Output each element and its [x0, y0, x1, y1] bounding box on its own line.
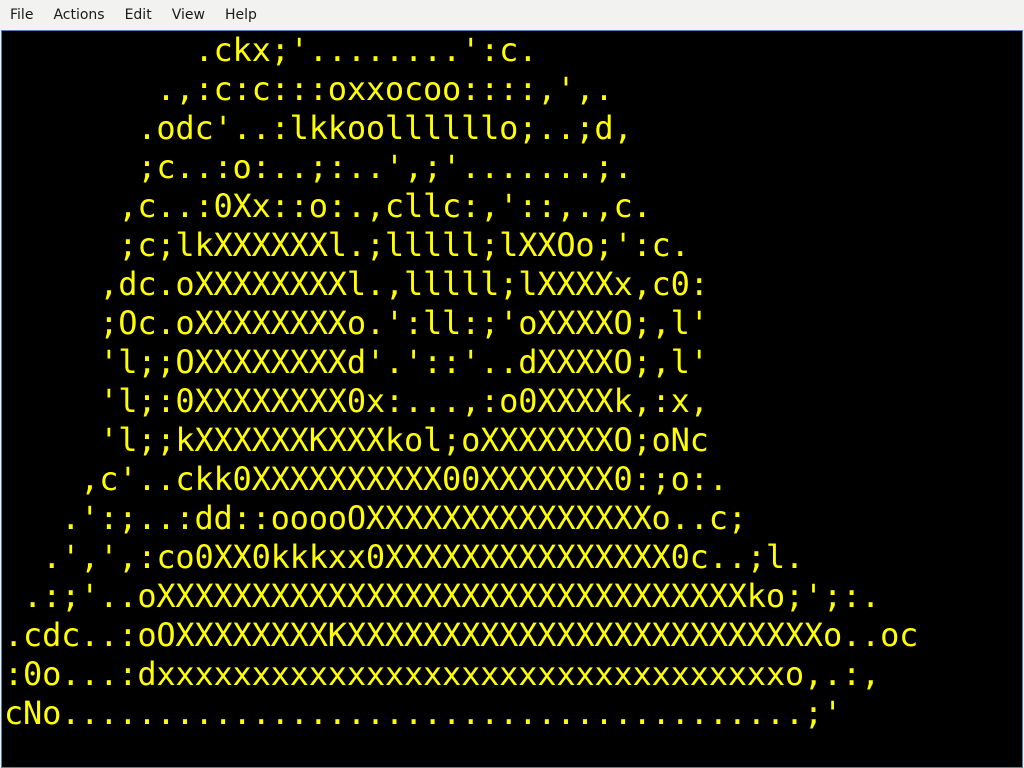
terminal-line: ;c;lkXXXXXXl.;lllll;lXXOo;':c. — [4, 226, 690, 264]
terminal-line: .:;'..oXXXXXXXXXXXXXXXXXXXXXXXXXXXXXXXko… — [4, 577, 881, 615]
terminal-line: 'l;;OXXXXXXXXd'.'::'..dXXXXO;,l' — [4, 343, 709, 381]
terminal-line: 'l;;kXXXXXXKXXXkol;oXXXXXXXO;oNc — [4, 421, 709, 459]
terminal-line: ;Oc.oXXXXXXXXo.':ll:;'oXXXXO;,l' — [4, 304, 709, 342]
terminal-line: :0o...:dxxxxxxxxxxxxxxxxxxxxxxxxxxxxxxxx… — [4, 655, 881, 693]
terminal-line: .':;..:dd::ooooOXXXXXXXXXXXXXXXo..c; — [4, 499, 747, 537]
terminal-line: cNo.....................................… — [4, 694, 843, 732]
menu-help[interactable]: Help — [215, 0, 267, 30]
terminal-line: .',',:co0XX0kkkxx0XXXXXXXXXXXXXXX0c..;l. — [4, 538, 804, 576]
terminal-window: File Actions Edit View Help .ckx;'......… — [0, 0, 1024, 768]
terminal-line: ;c..:o:..;:..',;'.......;. — [4, 148, 633, 186]
menu-edit[interactable]: Edit — [115, 0, 162, 30]
terminal-output[interactable]: .ckx;'........':c. .,:c:c:::oxxocoo::::,… — [1, 30, 1023, 768]
menu-bar: File Actions Edit View Help — [0, 0, 1024, 30]
terminal-line: ,dc.oXXXXXXXXl.,lllll;lXXXXx,c0: — [4, 265, 709, 303]
terminal-line: .odc'..:lkkoollllllo;..;d, — [4, 109, 633, 147]
menu-actions[interactable]: Actions — [43, 0, 114, 30]
terminal-line: 'l;:0XXXXXXXX0x:...,:o0XXXXk,:x, — [4, 382, 709, 420]
terminal-line: .,:c:c:::oxxocoo::::,',. — [4, 70, 614, 108]
terminal-line: .ckx;'........':c. — [4, 31, 538, 69]
terminal-line: .cdc..:oOXXXXXXXXKXXXXXXXXXXXXXXXXXXXXXX… — [4, 616, 919, 654]
menu-file[interactable]: File — [0, 0, 43, 30]
terminal-line: ,c'..ckk0XXXXXXXXXX00XXXXXXX0:;o:. — [4, 460, 728, 498]
terminal-line: ,c..:0Xx::o:.,cllc:,'::,.,c. — [4, 187, 652, 225]
menu-view[interactable]: View — [162, 0, 215, 30]
